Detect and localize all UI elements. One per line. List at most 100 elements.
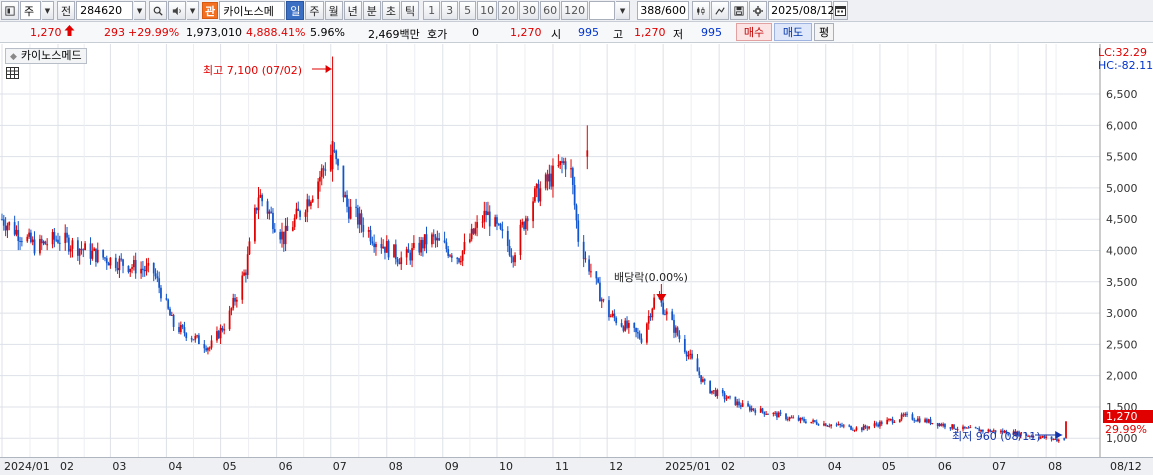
- calendar-icon[interactable]: [833, 1, 849, 20]
- candle-body: [609, 315, 612, 318]
- candle-body: [347, 206, 350, 219]
- candle-body: [1041, 436, 1044, 438]
- candle-body: [308, 199, 310, 206]
- candle-body: [384, 246, 386, 253]
- sound-dropdown-icon[interactable]: ▼: [187, 1, 200, 20]
- candle-body: [929, 419, 932, 424]
- period-select[interactable]: 주: [20, 1, 41, 20]
- candle-body: [877, 424, 880, 427]
- gear-icon[interactable]: [749, 1, 768, 20]
- period-minute-button[interactable]: 분: [362, 1, 381, 20]
- open-label: 시: [551, 28, 562, 41]
- sound-icon[interactable]: [168, 1, 187, 20]
- period-month-button[interactable]: 월: [324, 1, 343, 20]
- x-tick-label: 05: [222, 460, 237, 473]
- interval-30-button[interactable]: 30: [519, 1, 540, 20]
- candle-body: [696, 358, 699, 372]
- candle-body: [687, 355, 690, 357]
- interval-60-button[interactable]: 60: [540, 1, 561, 20]
- candle-body: [584, 258, 587, 260]
- candle-body: [66, 232, 68, 238]
- candle-body: [131, 267, 133, 269]
- candle-body: [118, 258, 121, 271]
- data-count-input[interactable]: 388/600: [637, 1, 690, 20]
- drawing-tool-icon[interactable]: [711, 1, 730, 20]
- candle-body: [349, 206, 352, 219]
- compare-button[interactable]: 전: [57, 1, 76, 20]
- candle-body: [1, 219, 3, 221]
- buy-button[interactable]: 매수: [736, 23, 772, 41]
- x-tick-label: 06: [278, 460, 293, 473]
- candle-body: [333, 150, 336, 152]
- candle-body: [409, 252, 412, 261]
- candle-body: [944, 424, 946, 428]
- candle-body: [228, 310, 231, 330]
- candle-body: [936, 422, 939, 427]
- candle-body: [122, 259, 124, 266]
- period-select-dropdown-icon[interactable]: ▼: [42, 1, 54, 20]
- candle-body: [51, 232, 54, 245]
- save-icon[interactable]: [730, 1, 749, 20]
- stock-code-input[interactable]: 284620: [76, 1, 134, 20]
- candle-body: [689, 353, 692, 356]
- period-day-button[interactable]: 일: [286, 1, 305, 20]
- candle-body: [8, 222, 11, 226]
- chart-type-icon[interactable]: [692, 1, 711, 20]
- candle-body: [535, 184, 538, 189]
- candle-body: [255, 207, 258, 211]
- candle-body: [393, 244, 395, 258]
- open-value: 995: [578, 26, 599, 39]
- date-input[interactable]: 2025/08/12: [768, 1, 835, 20]
- table-view-icon[interactable]: [6, 67, 19, 79]
- y-tick-label: 6,500: [1106, 88, 1138, 101]
- candle-body: [1065, 421, 1067, 439]
- x-tick-label: 02: [721, 460, 736, 473]
- candle-body: [817, 424, 820, 426]
- x-tick-label: 10: [498, 460, 513, 473]
- candle-body: [358, 213, 361, 225]
- x-tick-label: 11: [554, 460, 569, 473]
- custom-interval-input[interactable]: [589, 1, 616, 20]
- candle-body: [181, 325, 184, 328]
- window-menu-icon[interactable]: [1, 1, 19, 20]
- eval-button[interactable]: 평: [814, 23, 834, 41]
- candle-body: [127, 265, 130, 272]
- candle-body: [747, 403, 749, 407]
- low-value: 995: [701, 26, 722, 39]
- price-chart[interactable]: 1,0001,5002,0002,5003,0003,5004,0004,500…: [0, 44, 1153, 457]
- candle-body: [69, 248, 72, 252]
- sell-button[interactable]: 매도: [774, 23, 812, 41]
- period-second-button[interactable]: 초: [381, 1, 400, 20]
- candle-body: [241, 275, 244, 300]
- candle-body: [116, 268, 119, 271]
- candle-body: [42, 241, 45, 244]
- candle-body: [257, 197, 260, 211]
- interval-1-button[interactable]: 1: [423, 1, 441, 20]
- candle-body: [192, 339, 195, 341]
- candle-body: [559, 161, 562, 166]
- candle-body: [107, 263, 110, 266]
- candle-body: [481, 221, 484, 223]
- interval-20-button[interactable]: 20: [498, 1, 519, 20]
- candle-body: [582, 241, 585, 260]
- custom-interval-dropdown-icon[interactable]: ▼: [616, 1, 631, 20]
- candle-body: [418, 242, 421, 253]
- candle-body: [284, 225, 287, 245]
- interval-10-button[interactable]: 10: [477, 1, 498, 20]
- search-icon[interactable]: [149, 1, 168, 20]
- period-tick-button[interactable]: 틱: [401, 1, 420, 20]
- candle-body: [898, 419, 901, 422]
- candle-body: [208, 347, 211, 349]
- candle-body: [196, 335, 198, 337]
- interval-3-button[interactable]: 3: [441, 1, 459, 20]
- management-badge: 관: [202, 2, 219, 19]
- interval-5-button[interactable]: 5: [459, 1, 477, 20]
- period-week-button[interactable]: 주: [305, 1, 324, 20]
- candle-body: [651, 308, 654, 318]
- stock-code-dropdown-icon[interactable]: ▼: [134, 1, 147, 20]
- interval-120-button[interactable]: 120: [561, 1, 589, 20]
- y-tick-label: 4,500: [1106, 213, 1138, 226]
- period-year-button[interactable]: 년: [343, 1, 362, 20]
- series-legend[interactable]: ◆ 카이노스메드: [5, 48, 87, 64]
- candle-body: [53, 232, 56, 240]
